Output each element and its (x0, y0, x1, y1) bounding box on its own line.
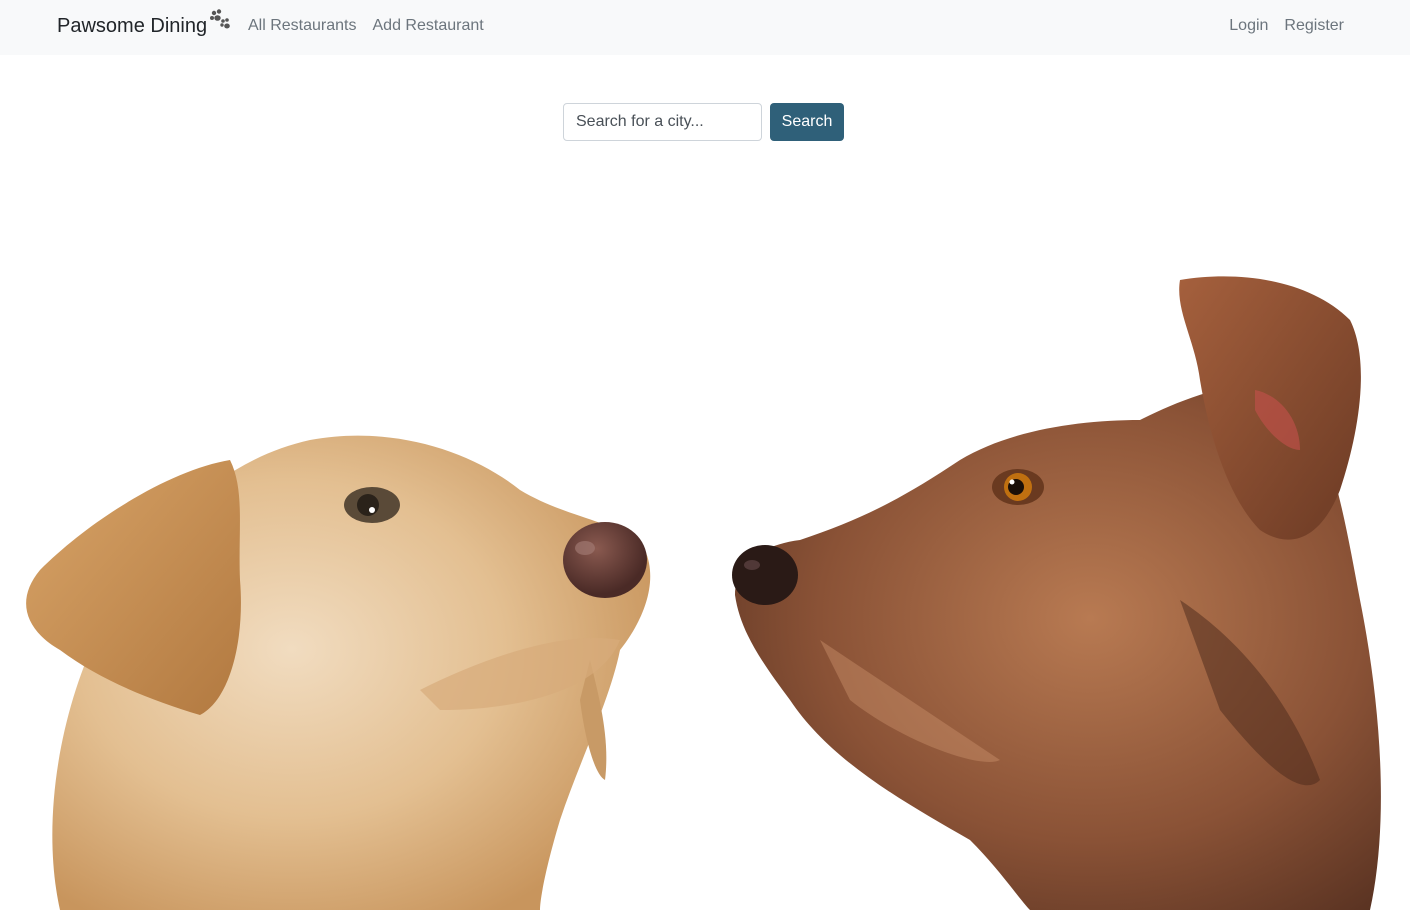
nav-add-restaurant[interactable]: Add Restaurant (373, 17, 484, 35)
hero-image (0, 160, 1410, 910)
brand-name: Pawsome Dining (57, 14, 208, 37)
auth-nav: Login Register (1229, 17, 1344, 35)
nav-register[interactable]: Register (1284, 17, 1344, 35)
main-nav: All Restaurants Add Restaurant (248, 17, 484, 35)
nav-all-restaurants[interactable]: All Restaurants (248, 17, 357, 35)
navbar: Pawsome Dining All Restaurants Add Resta… (0, 0, 1410, 55)
city-search-input[interactable] (563, 103, 762, 141)
nav-login[interactable]: Login (1229, 17, 1268, 35)
two-puppies-illustration-icon (26, 276, 1381, 910)
paw-icon (208, 8, 232, 38)
search-button[interactable]: Search (770, 103, 844, 141)
brand-link[interactable]: Pawsome Dining (57, 9, 232, 38)
search-form: Search (563, 103, 844, 141)
